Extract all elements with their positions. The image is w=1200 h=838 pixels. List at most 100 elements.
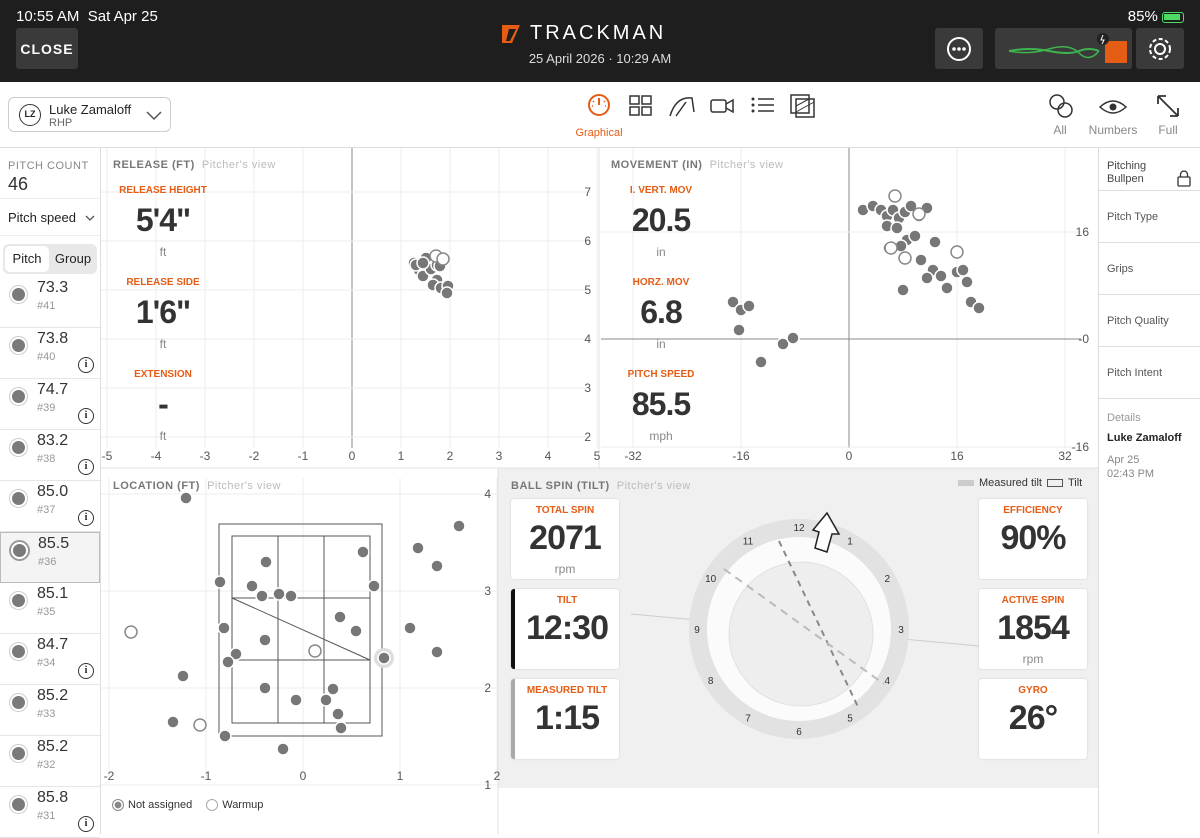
pitch-intent-item[interactable]: Pitch Intent xyxy=(1099,347,1200,399)
player-selector[interactable]: LZ Luke Zamaloff RHP xyxy=(8,97,171,132)
list-view-icon[interactable] xyxy=(751,96,775,114)
release-side-label: RELEASE SIDE xyxy=(126,277,200,288)
trajectory-view-icon[interactable] xyxy=(668,94,696,118)
pitch-dot xyxy=(912,207,926,221)
pitch-list-item[interactable]: 85.5 #36 xyxy=(0,532,100,583)
pitch-dot xyxy=(124,625,138,639)
x-tick-label: 3 xyxy=(496,449,503,463)
pitch-list-item[interactable]: 85.8 #31 i xyxy=(0,787,100,838)
info-icon[interactable]: i xyxy=(78,816,94,832)
pitch-speed: 85.2 xyxy=(37,687,69,704)
clock-label: 2 xyxy=(885,574,891,585)
grips-item[interactable]: Grips xyxy=(1099,243,1200,295)
info-icon[interactable]: i xyxy=(78,663,94,679)
pitch-list-item[interactable]: 73.3 #41 xyxy=(0,277,100,328)
grid-view-icon[interactable] xyxy=(629,95,653,117)
pitch-dot-icon xyxy=(10,643,27,660)
pitch-list-item[interactable]: 83.2 #38 i xyxy=(0,430,100,481)
clock-label: 9 xyxy=(694,625,700,636)
view-toolbar: LZ Luke Zamaloff RHP Graphical All Numbe… xyxy=(0,82,1200,148)
release-height-label: RELEASE HEIGHT xyxy=(119,185,207,196)
more-dots-icon xyxy=(947,36,971,61)
info-icon[interactable]: i xyxy=(78,459,94,475)
pitch-dot xyxy=(258,681,272,695)
x-tick-label: -4 xyxy=(151,449,162,463)
pitch-dot-icon xyxy=(10,694,27,711)
info-icon[interactable]: i xyxy=(78,510,94,526)
location-panel-title: LOCATION (FT) Pitcher's view xyxy=(113,480,281,492)
measured-tilt-legend: Measured tilt xyxy=(979,477,1042,489)
spin-panel-title: BALL SPIN (TILT) Pitcher's view xyxy=(511,480,691,492)
pitch-dot xyxy=(732,323,746,337)
measured-tilt-arrow-icon xyxy=(958,480,974,486)
status-time: 10:55 AM Sat Apr 25 xyxy=(16,8,158,25)
pitch-list-item[interactable]: 85.2 #32 xyxy=(0,736,100,787)
y-tick-label: -0 xyxy=(1078,332,1089,346)
pitch-speed: 85.2 xyxy=(37,738,69,755)
pitch-list-item[interactable]: 74.7 #39 i xyxy=(0,379,100,430)
warmup-dot-icon xyxy=(206,799,219,811)
details-date: Apr 25 xyxy=(1107,454,1140,466)
device-status-button[interactable] xyxy=(995,28,1132,69)
fullscreen-toggle[interactable]: Full xyxy=(1148,92,1188,142)
right-side-panel: Pitching Bullpen Pitch Type Grips Pitch … xyxy=(1098,148,1200,834)
top-bar: 10:55 AM Sat Apr 25 85% CLOSE TRACKMAN 2… xyxy=(0,0,1200,82)
all-label: All xyxy=(1053,123,1067,137)
details-label: Details xyxy=(1107,412,1141,424)
pitch-quality-item[interactable]: Pitch Quality xyxy=(1099,295,1200,347)
session-type-label: Pitching Bullpen xyxy=(1107,160,1147,185)
not-assigned-label[interactable]: Not assigned xyxy=(128,799,192,811)
pitch-list-item[interactable]: 85.0 #37 i xyxy=(0,481,100,532)
pitch-dot xyxy=(896,283,910,297)
pitch-speed-value: 85.5 xyxy=(631,386,691,422)
metric-select[interactable]: Pitch speed xyxy=(0,198,100,236)
pitch-dot xyxy=(276,742,290,756)
pitch-list-item[interactable]: 85.2 #33 xyxy=(0,685,100,736)
session-type[interactable]: Pitching Bullpen xyxy=(1099,148,1200,191)
video-view-icon[interactable] xyxy=(710,97,734,115)
pitch-list-item[interactable]: 84.7 #34 i xyxy=(0,634,100,685)
y-tick-label: 4 xyxy=(584,332,591,346)
pitch-dot xyxy=(259,555,273,569)
pitch-dot xyxy=(884,241,898,255)
pitch-dot xyxy=(258,633,272,647)
graphical-view-label: Graphical xyxy=(575,127,623,139)
tab-pitch[interactable]: Pitch xyxy=(5,246,49,272)
trackman-mark-icon xyxy=(502,24,520,43)
pitch-dot xyxy=(914,253,928,267)
x-tick-label: -1 xyxy=(201,769,212,783)
all-toggle[interactable]: All xyxy=(1040,92,1080,142)
settings-button[interactable] xyxy=(1136,28,1184,69)
tab-group[interactable]: Group xyxy=(51,246,95,272)
release-height-unit: ft xyxy=(159,245,167,259)
info-icon[interactable]: i xyxy=(78,357,94,373)
movement-panel-title: MOVEMENT (IN) Pitcher's view xyxy=(611,159,784,171)
pitch-number: #31 xyxy=(37,810,56,822)
warmup-label[interactable]: Warmup xyxy=(222,799,263,811)
total-spin-card: TOTAL SPIN 2071 rpm xyxy=(511,499,619,579)
pitch-speed: 85.5 xyxy=(38,535,70,552)
pitch-number: #35 xyxy=(37,606,56,618)
pitch-dot xyxy=(972,301,986,315)
pitch-list-item[interactable]: 85.1 #35 xyxy=(0,583,100,634)
more-options-button[interactable] xyxy=(935,28,983,69)
gyro-card: GYRO 26° xyxy=(979,679,1087,759)
strikezone-view-icon[interactable] xyxy=(790,94,816,118)
pitch-type-item[interactable]: Pitch Type xyxy=(1099,191,1200,243)
numbers-toggle[interactable]: Numbers xyxy=(1083,92,1143,142)
pitch-dot xyxy=(308,644,322,658)
ball xyxy=(728,561,874,707)
pitch-dot xyxy=(786,331,800,345)
graphical-view-tab[interactable]: Graphical xyxy=(570,92,628,142)
pitch-number: #41 xyxy=(37,300,56,312)
pitch-dot-icon xyxy=(10,592,27,609)
pitch-dot xyxy=(319,693,333,707)
x-tick-label: 2 xyxy=(494,769,501,783)
release-side-value: 1'6" xyxy=(135,294,191,330)
info-icon[interactable]: i xyxy=(78,408,94,424)
clock-label: 4 xyxy=(885,676,891,687)
pitch-list-item[interactable]: 73.8 #40 i xyxy=(0,328,100,379)
pitch-dot-icon xyxy=(11,542,28,559)
metric-select-value: Pitch speed xyxy=(8,210,76,225)
pitch-dot xyxy=(377,651,391,665)
